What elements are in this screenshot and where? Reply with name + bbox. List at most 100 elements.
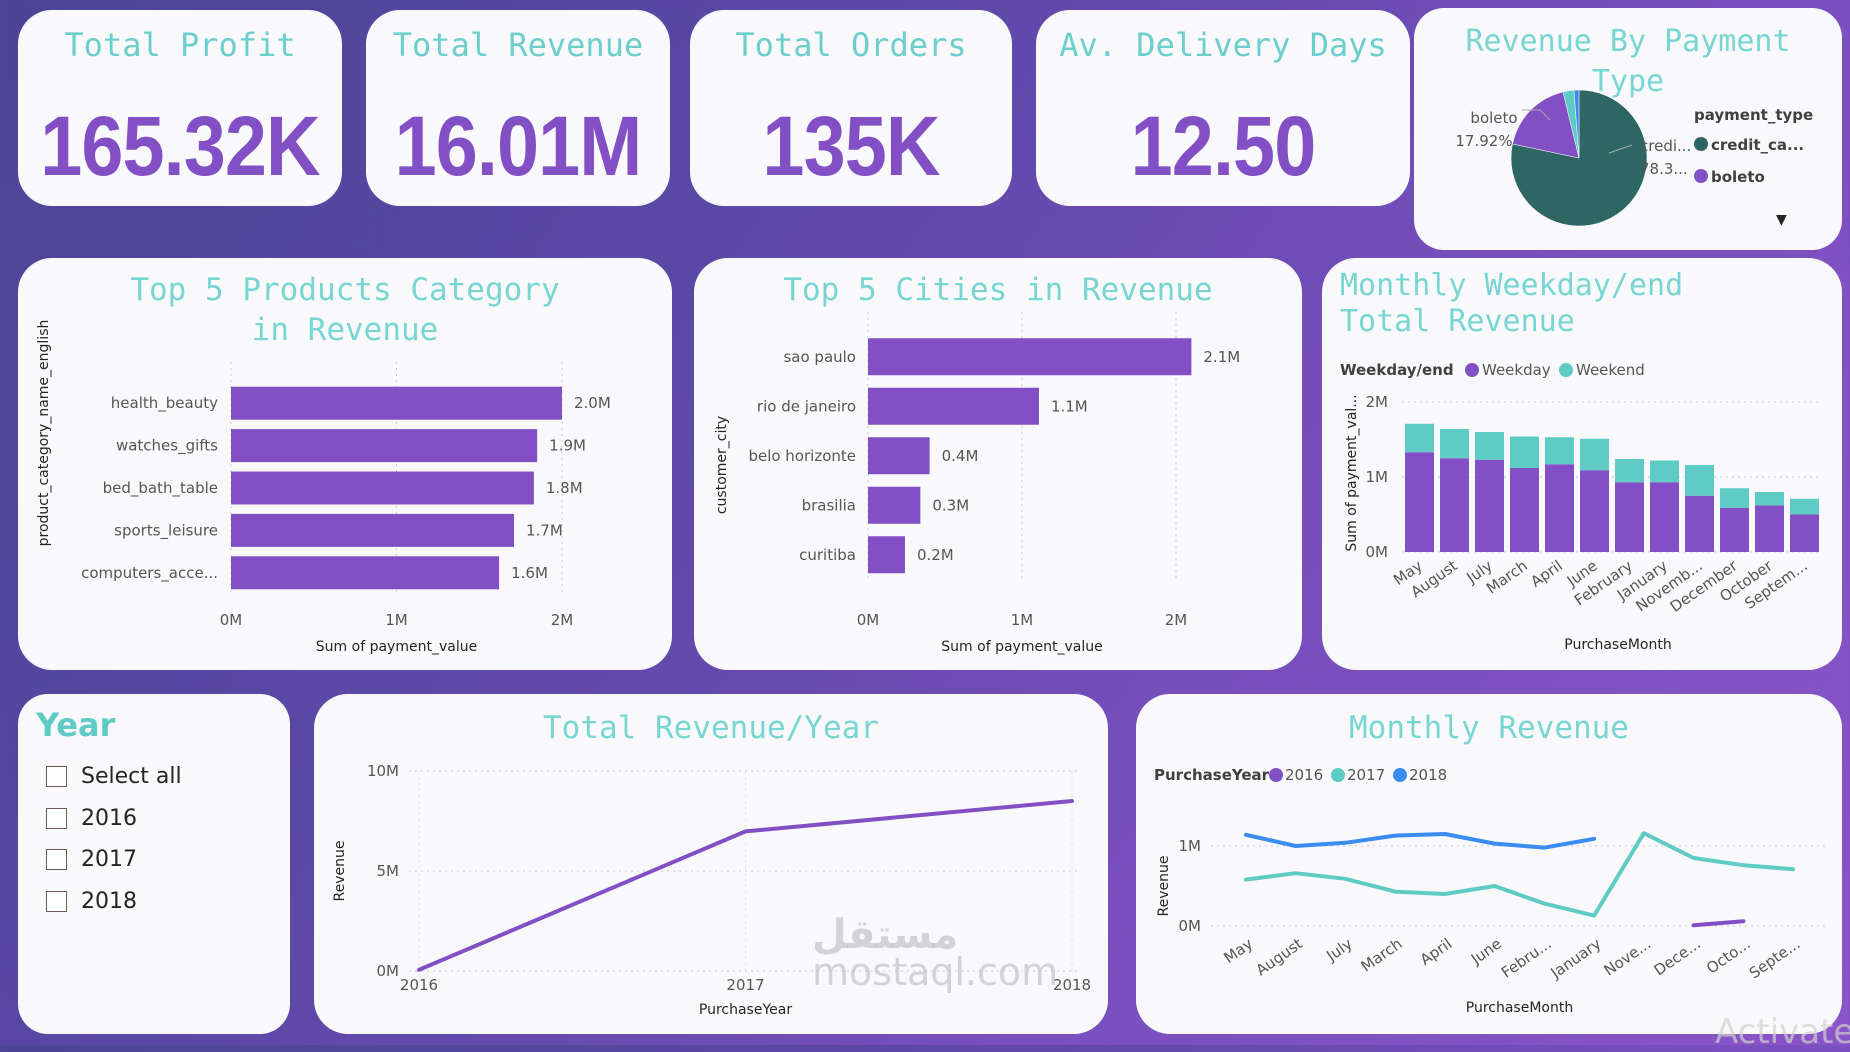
x-tick-label: 2016 xyxy=(400,976,438,994)
pie-label-boleto-pct: 17.92% xyxy=(1455,132,1512,150)
data-label: 2.1M xyxy=(1203,348,1240,366)
top-products-bar-chart[interactable]: 0M 1M 2M health_beauty 2.0M watches_gifts 1.9M… xyxy=(18,258,672,670)
x-tick-label: Octo... xyxy=(1703,935,1754,978)
bar-segment-weekday[interactable] xyxy=(1580,470,1609,552)
y-tick-label: 1M xyxy=(1366,468,1389,486)
bar-segment-weekend[interactable] xyxy=(1405,423,1434,453)
bar-segment-weekend[interactable] xyxy=(1510,436,1539,469)
x-tick-label: 2018 xyxy=(1053,976,1091,994)
x-tick-label: 0M xyxy=(220,611,243,629)
checkbox[interactable] xyxy=(46,808,67,829)
line-series-2016[interactable] xyxy=(1691,919,1746,928)
legend-item[interactable]: Weekday xyxy=(1482,361,1551,379)
bar-segment-weekend[interactable] xyxy=(1545,437,1574,465)
slicer-item-2018[interactable]: 2018 xyxy=(46,889,137,914)
bar[interactable] xyxy=(868,486,921,524)
x-tick-label: May xyxy=(1220,934,1256,967)
bar[interactable] xyxy=(868,387,1039,425)
bar[interactable] xyxy=(231,513,515,547)
x-tick-label: April xyxy=(1417,935,1455,969)
bar-segment-weekday[interactable] xyxy=(1685,495,1714,552)
bar-segment-weekday[interactable] xyxy=(1615,482,1644,552)
y-axis-title: Sum of payment_val... xyxy=(1344,394,1360,551)
y-tick-label: 0M xyxy=(1179,917,1202,935)
bar-segment-weekday[interactable] xyxy=(1755,505,1784,553)
x-tick-label: 1M xyxy=(385,611,408,629)
monthly-revenue-line-chart[interactable]: 0M 1M MayAugust July March April JuneFebru...J… xyxy=(1136,694,1842,1034)
weekday-stacked-bar-chart[interactable]: Weekday/end Weekday Weekend0M1M2MMayAugust… xyxy=(1322,258,1842,670)
bar-segment-weekday[interactable] xyxy=(1405,452,1434,552)
kpi-card-total-profit[interactable]: Total Profit 165.32K xyxy=(18,10,342,206)
bar[interactable] xyxy=(868,536,905,574)
bar-segment-weekend[interactable] xyxy=(1650,460,1679,483)
kpi-card-total-revenue[interactable]: Total Revenue 16.01M xyxy=(366,10,670,206)
bar[interactable] xyxy=(231,471,534,505)
legend-item[interactable]: 2016 xyxy=(1285,766,1323,784)
bar-segment-weekend[interactable] xyxy=(1440,429,1469,459)
legend-title: Weekday/end xyxy=(1340,361,1454,379)
x-axis-title: PurchaseMonth xyxy=(1564,637,1671,653)
slicer-item-label: Select all xyxy=(81,764,182,789)
bar-segment-weekend[interactable] xyxy=(1790,498,1819,515)
y-tick-label: 10M xyxy=(367,762,399,780)
legend-item[interactable]: Weekend xyxy=(1576,361,1645,379)
y-tick-label: brasilia xyxy=(802,496,856,514)
y-axis-title: Revenue xyxy=(1156,856,1172,917)
checkbox[interactable] xyxy=(46,766,67,787)
kpi-title: Total Profit xyxy=(64,26,296,64)
bar-segment-weekday[interactable] xyxy=(1440,458,1469,552)
bar[interactable] xyxy=(231,556,500,590)
data-label: 1.6M xyxy=(511,564,548,582)
bar-segment-weekend[interactable] xyxy=(1615,459,1644,483)
bar-segment-weekday[interactable] xyxy=(1790,514,1819,553)
slicer-item-2016[interactable]: 2016 xyxy=(46,806,137,831)
payment-type-card[interactable]: Revenue By Payment Type boleto 17.92% cr… xyxy=(1414,8,1842,250)
top-cities-bar-chart[interactable]: 0M 1M 2M sao paulo 2.1M rio de janeiro 1.1M bel… xyxy=(694,258,1302,670)
legend-item[interactable]: 2017 xyxy=(1347,766,1385,784)
legend-item[interactable]: 2018 xyxy=(1409,766,1447,784)
y-tick-label: sports_leisure xyxy=(114,521,218,540)
y-tick-label: rio de janeiro xyxy=(757,397,856,415)
bar-segment-weekday[interactable] xyxy=(1510,468,1539,552)
x-tick-label: Septe... xyxy=(1746,935,1804,983)
data-label: 1.1M xyxy=(1051,397,1088,415)
legend-item-credit-card[interactable]: credit_ca... xyxy=(1711,136,1804,154)
bar-segment-weekday[interactable] xyxy=(1720,507,1749,552)
payment-pie-chart[interactable]: boleto 17.92% credi... 78.3... payment_t… xyxy=(1414,8,1842,250)
checkbox[interactable] xyxy=(46,849,67,870)
bar[interactable] xyxy=(868,338,1192,376)
bar-segment-weekend[interactable] xyxy=(1755,492,1784,506)
slicer-item-select-all[interactable]: Select all xyxy=(46,764,182,789)
line-series-2018[interactable] xyxy=(1243,832,1597,850)
x-tick-label: August xyxy=(1253,934,1306,979)
x-tick-label: March xyxy=(1358,935,1406,976)
legend-marker xyxy=(1269,768,1283,782)
slicer-item-label: 2018 xyxy=(81,889,137,914)
bar[interactable] xyxy=(868,437,930,475)
slicer-title: Year xyxy=(36,706,116,744)
kpi-card-total-orders[interactable]: Total Orders 135K xyxy=(690,10,1012,206)
data-label: 1.8M xyxy=(546,479,583,497)
slicer-item-2017[interactable]: 2017 xyxy=(46,847,137,872)
bar-segment-weekend[interactable] xyxy=(1720,488,1749,508)
bar-segment-weekday[interactable] xyxy=(1475,459,1504,552)
y-tick-label: health_beauty xyxy=(111,394,218,413)
y-tick-label: belo horizonte xyxy=(748,447,856,465)
bar[interactable] xyxy=(231,386,562,420)
x-tick-label: January xyxy=(1547,934,1605,982)
x-axis-title: PurchaseYear xyxy=(699,1002,792,1018)
y-tick-label: 5M xyxy=(377,862,400,880)
y-tick-label: 0M xyxy=(1366,543,1389,561)
legend-more-icon[interactable]: ▼ xyxy=(1776,212,1787,228)
bar[interactable] xyxy=(231,429,538,463)
bar-segment-weekend[interactable] xyxy=(1685,465,1714,496)
pie-label-credit-name: credi... xyxy=(1640,137,1691,155)
revenue-per-year-line-chart[interactable]: 0M 5M 10M 2016 2017 2018 PurchaseYear Revenue xyxy=(314,694,1108,1034)
legend-item-boleto[interactable]: boleto xyxy=(1711,168,1765,186)
bar-segment-weekend[interactable] xyxy=(1475,432,1504,460)
checkbox[interactable] xyxy=(46,891,67,912)
bar-segment-weekend[interactable] xyxy=(1580,438,1609,471)
bar-segment-weekday[interactable] xyxy=(1545,464,1574,552)
bar-segment-weekday[interactable] xyxy=(1650,482,1679,552)
kpi-card-delivery-days[interactable]: Av. Delivery Days 12.50 xyxy=(1036,10,1410,206)
